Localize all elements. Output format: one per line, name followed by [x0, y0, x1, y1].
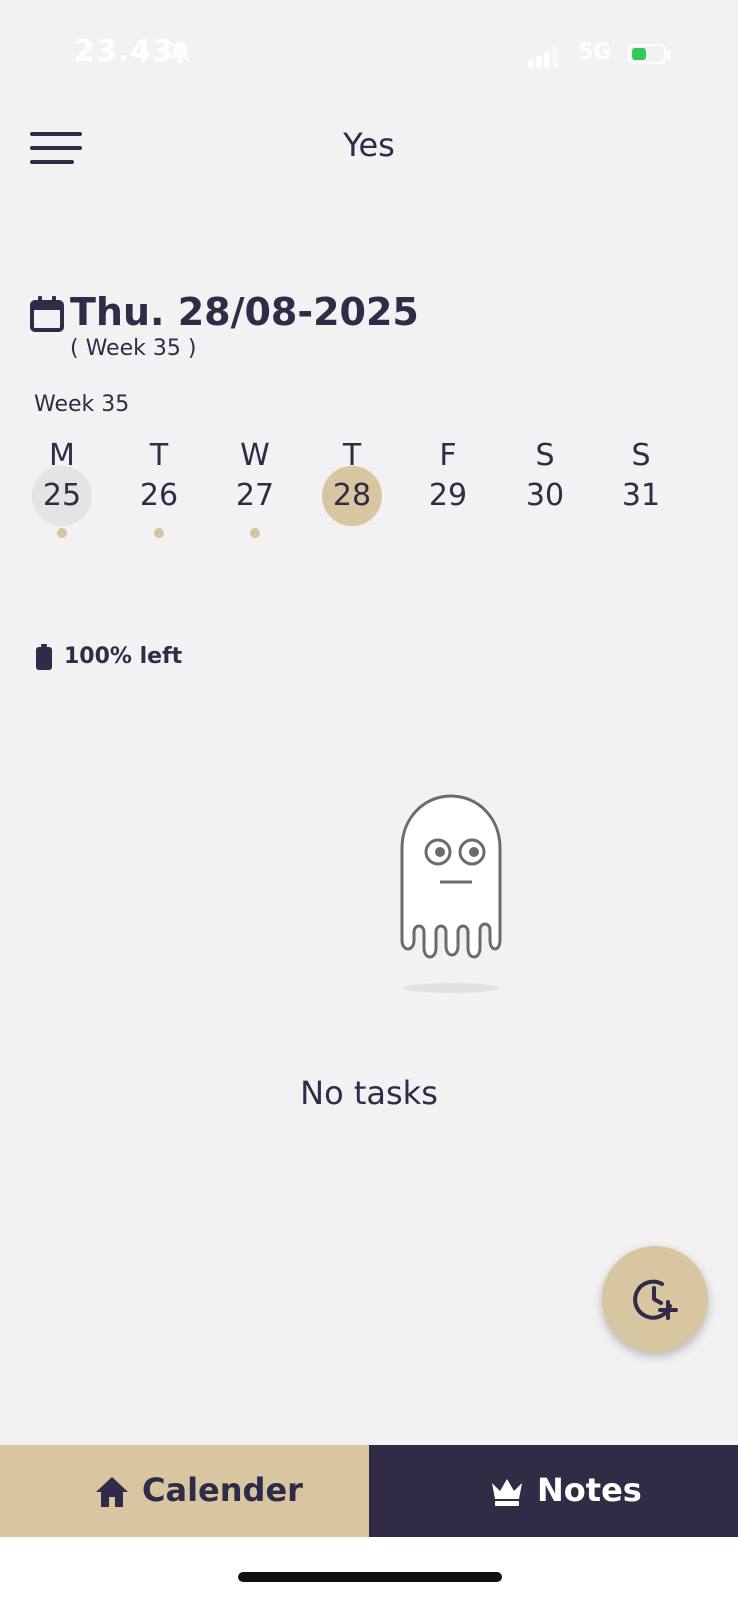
add-timed-task-button[interactable] — [602, 1246, 708, 1352]
energy-text: 100% left — [64, 644, 183, 669]
selected-date: Thu. 28/08-2025 — [70, 290, 419, 334]
status-bar: 23.43 5G — [0, 0, 738, 110]
selected-week: ( Week 35 ) — [70, 336, 197, 361]
status-time: 23.43 — [74, 34, 174, 69]
day-number: 25 — [32, 466, 92, 526]
home-indicator-area — [0, 1537, 738, 1600]
battery-charging-icon — [628, 44, 670, 64]
tab-notes[interactable]: Notes — [369, 1445, 738, 1537]
task-dot — [154, 528, 164, 538]
home-icon — [96, 1477, 128, 1507]
day-number: 30 — [525, 478, 565, 513]
bottom-nav: Calender Notes — [0, 1445, 738, 1537]
ghost-icon — [400, 794, 502, 993]
network-type: 5G — [578, 40, 612, 65]
clock-plus-icon — [633, 1279, 678, 1320]
empty-state-text: No tasks — [300, 1074, 438, 1112]
page-title: Yes — [343, 126, 395, 164]
week-label: Week 35 — [34, 392, 130, 417]
day-26[interactable]: T 26 — [127, 430, 191, 550]
bell-off-icon — [168, 40, 192, 64]
tab-calendar[interactable]: Calender — [0, 1445, 369, 1537]
task-dot — [57, 528, 67, 538]
day-28[interactable]: T 28 — [320, 430, 384, 550]
day-25[interactable]: M 25 — [30, 430, 94, 550]
day-number: 29 — [428, 478, 468, 513]
crown-icon — [492, 1479, 522, 1506]
day-27[interactable]: W 27 — [223, 430, 287, 550]
day-number: 28 — [322, 466, 382, 526]
day-31[interactable]: S 31 — [609, 430, 673, 550]
calendar-icon — [30, 296, 64, 332]
tab-notes-label: Notes — [537, 1471, 642, 1509]
week-strip: M 25 T 26 W 27 T 28 F 29 S 30 S 31 — [30, 430, 730, 550]
task-dot — [250, 528, 260, 538]
day-number: 27 — [235, 478, 275, 513]
battery-full-icon — [36, 644, 52, 670]
day-number: 26 — [139, 478, 179, 513]
day-number: 31 — [621, 478, 661, 513]
day-30[interactable]: S 30 — [513, 430, 577, 550]
tab-calendar-label: Calender — [142, 1471, 303, 1509]
home-indicator[interactable] — [238, 1572, 502, 1582]
day-29[interactable]: F 29 — [416, 430, 480, 550]
signal-icon — [528, 44, 558, 68]
